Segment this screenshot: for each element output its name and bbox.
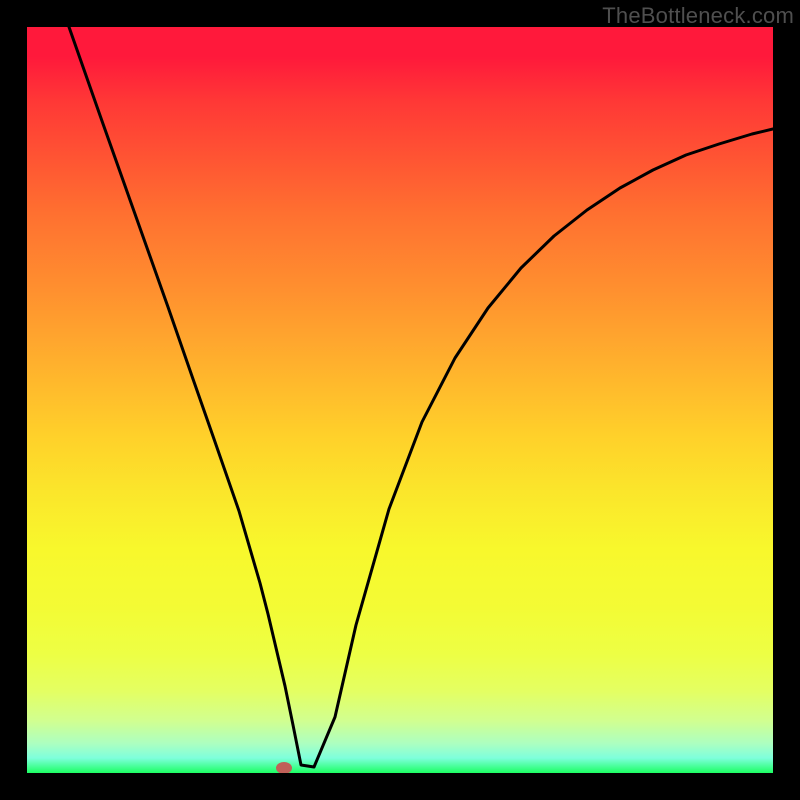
minimum-marker <box>276 762 292 773</box>
plot-area <box>27 27 773 773</box>
watermark-text: TheBottleneck.com <box>602 3 794 29</box>
bottleneck-curve-svg <box>27 27 773 773</box>
bottleneck-curve <box>69 27 773 767</box>
chart-frame: TheBottleneck.com <box>0 0 800 800</box>
